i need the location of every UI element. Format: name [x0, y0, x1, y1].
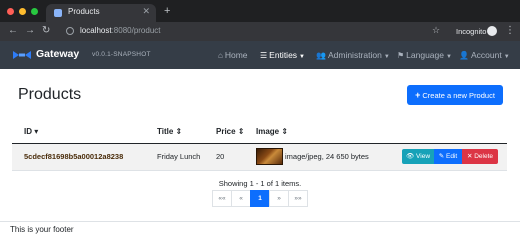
incognito-icon[interactable]	[487, 26, 497, 36]
nav-entities-label: Entities	[269, 50, 298, 60]
nav-account[interactable]: 👤 Account ▼	[459, 50, 510, 60]
first-page-button[interactable]: ««	[212, 190, 232, 207]
tab-title: Products	[68, 7, 100, 16]
browser-menu-icon[interactable]: ⋮	[505, 25, 515, 36]
back-icon[interactable]: ←	[8, 25, 18, 36]
column-header-title-label: Title	[157, 127, 174, 136]
incognito-label: Incognito	[456, 27, 487, 36]
address-bar[interactable]: localhost:8080/product	[80, 26, 161, 35]
sort-icon: ⇕	[281, 127, 289, 136]
column-header-price[interactable]: Price ⇕	[216, 127, 245, 136]
pagination: «« « 1 » »»	[212, 190, 308, 207]
new-tab-button[interactable]: +	[164, 5, 170, 17]
column-header-image[interactable]: Image ⇕	[256, 127, 288, 136]
table-row-divider	[12, 170, 507, 171]
product-image-thumbnail[interactable]	[256, 148, 283, 165]
product-image-info: image/jpeg, 24 650 bytes	[285, 152, 369, 161]
column-header-id[interactable]: ID ▾	[24, 127, 38, 136]
footer-text: This is your footer	[10, 225, 74, 234]
footer-divider	[0, 221, 520, 222]
product-title: Friday Lunch	[157, 152, 201, 161]
caret-down-icon: ▼	[383, 54, 390, 60]
reload-icon[interactable]: ↻	[42, 25, 50, 36]
edit-button[interactable]: ✎ Edit	[434, 149, 462, 164]
url-path: :8080/product	[111, 26, 161, 35]
nav-entities[interactable]: ☰ Entities ▼	[260, 50, 305, 60]
bookmark-star-icon[interactable]: ☆	[432, 25, 440, 36]
sort-down-icon: ▾	[34, 127, 39, 136]
list-icon: ☰	[260, 51, 268, 60]
nav-language-label: Language	[406, 50, 444, 60]
brand-version: v0.0.1-SNAPSHOT	[92, 51, 151, 58]
column-header-title[interactable]: Title ⇕	[157, 127, 182, 136]
maximize-window-button[interactable]	[31, 8, 38, 15]
app-navbar: Gateway v0.0.1-SNAPSHOT ⌂ Home ☰ Entities ▼…	[0, 41, 520, 69]
browser-tab-bar: Products ✕ +	[0, 0, 520, 22]
browser-toolbar: ← → ↻ localhost:8080/product ☆ Incognito…	[0, 22, 520, 41]
sort-icon: ⇕	[237, 127, 245, 136]
nav-home[interactable]: ⌂ Home	[218, 50, 248, 60]
edit-button-label: Edit	[446, 153, 458, 160]
view-button[interactable]: 👁 View	[402, 149, 434, 164]
delete-button-label: Delete	[474, 153, 494, 160]
flag-icon: ⚑	[397, 51, 405, 60]
brand-logo-icon[interactable]	[12, 49, 32, 61]
minimize-window-button[interactable]	[19, 8, 26, 15]
home-icon: ⌂	[218, 51, 223, 60]
nav-administration[interactable]: 👥 Administration ▼	[316, 50, 390, 60]
url-host: localhost	[80, 26, 112, 35]
sort-icon: ⇕	[175, 127, 183, 136]
prev-page-button[interactable]: «	[231, 190, 251, 207]
plus-icon: +	[415, 90, 421, 100]
nav-language[interactable]: ⚑ Language ▼	[397, 50, 452, 60]
create-product-button[interactable]: + Create a new Product	[407, 85, 503, 105]
caret-down-icon: ▼	[446, 54, 452, 60]
current-page-button[interactable]: 1	[250, 190, 270, 207]
users-cog-icon: 👥	[316, 51, 326, 60]
favicon-icon	[54, 9, 62, 17]
product-price: 20	[216, 152, 225, 161]
tab-close-icon[interactable]: ✕	[142, 6, 150, 17]
window-controls	[7, 8, 38, 15]
caret-down-icon: ▼	[299, 54, 305, 60]
forward-icon[interactable]: →	[25, 25, 35, 36]
nav-account-label: Account	[470, 50, 502, 60]
caret-down-icon: ▼	[503, 54, 510, 60]
delete-button[interactable]: ✕ Delete	[462, 149, 498, 164]
view-button-label: View	[416, 153, 431, 160]
nav-home-label: Home	[224, 50, 248, 60]
product-id-link[interactable]: 5cdecf81698b5a00012a8238	[24, 152, 123, 161]
last-page-button[interactable]: »»	[288, 190, 308, 207]
column-header-price-label: Price	[216, 127, 236, 136]
brand-name[interactable]: Gateway	[36, 48, 79, 60]
items-count-info: Showing 1 - 1 of 1 items.	[218, 179, 302, 188]
site-info-icon[interactable]	[66, 27, 74, 35]
column-header-image-label: Image	[256, 127, 280, 136]
close-window-button[interactable]	[7, 8, 14, 15]
column-header-id-label: ID	[24, 127, 32, 136]
page-title: Products	[18, 86, 82, 103]
create-product-label: Create a new Product	[422, 91, 495, 100]
next-page-button[interactable]: »	[269, 190, 289, 207]
browser-tab[interactable]: Products ✕	[46, 4, 156, 22]
user-icon: 👤	[459, 51, 469, 60]
nav-administration-label: Administration	[327, 50, 382, 60]
times-icon: ✕	[466, 153, 473, 160]
pencil-icon: ✎	[438, 153, 445, 160]
eye-icon: 👁	[405, 153, 415, 160]
